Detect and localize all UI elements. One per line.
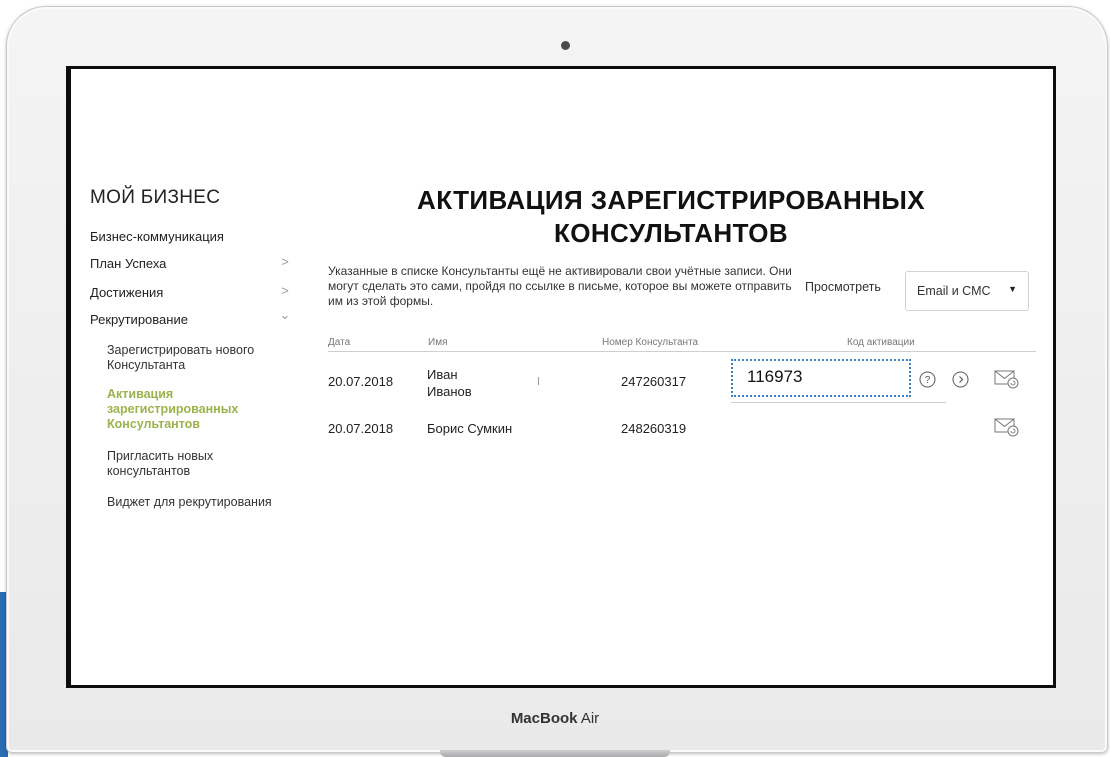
sidebar-subitem-activation[interactable]: Активация зарегистрированных Консультант… [107,387,297,432]
sidebar-item-label: Достижения [90,285,164,300]
page-title-line2: КОНСУЛЬТАНТОВ [553,218,789,248]
row-name-first: Иван [427,367,458,382]
sidebar-subitem-register-consultant[interactable]: Зарегистрировать нового Консультанта [107,343,297,373]
column-header-name: Имя [428,337,448,348]
view-filter-select[interactable]: Email и СМС ▼ [905,271,1029,311]
column-header-code: Код активации [847,337,915,348]
envelope-refresh-icon[interactable] [994,368,1020,390]
row-name: Борис Сумкин [427,421,513,436]
sidebar-item-business-communication[interactable]: Бизнес-коммуникация [90,229,290,244]
row-name: Иван Иванов [427,366,472,400]
chevron-right-icon[interactable]: > [279,254,291,269]
question-circle-icon[interactable]: ? [919,371,936,388]
activation-code-field[interactable]: 116973 [731,359,911,397]
intro-text: Указанные в списке Консультанты ещё не а… [328,264,792,308]
row-date: 20.07.2018 [328,421,394,436]
sidebar-item-label: Рекрутирование [90,312,188,327]
sidebar-subitem-invite-consultants[interactable]: Пригласить новых консультантов [107,449,297,479]
row-consultant-number: 248260319 [621,421,687,436]
camera-icon [561,41,570,50]
sidebar-item-recruiting[interactable]: Рекрутирование [90,312,290,327]
caret-down-icon: ▼ [1008,284,1017,294]
device-label: MacBook Air [0,710,1110,727]
screen: МОЙ БИЗНЕС Бизнес-коммуникация План Успе… [66,66,1056,688]
code-field-underline [731,402,946,403]
sidebar-item-label: Бизнес-коммуникация [90,229,224,244]
header-divider [328,351,1036,352]
column-header-date: Дата [328,337,351,348]
sidebar-item-achievements[interactable]: Достижения [90,285,290,300]
view-filter-value: Email и СМС [917,284,991,298]
sidebar-item-success-plan[interactable]: План Успеха [90,256,290,271]
view-filter-label: Просмотреть [805,280,881,294]
row-date: 20.07.2018 [328,374,394,389]
envelope-refresh-icon[interactable] [994,416,1020,438]
text-cursor [538,377,539,385]
activation-code-value: 116973 [747,367,803,386]
svg-text:?: ? [925,375,931,386]
device-brand: MacBook [510,710,578,727]
chevron-right-icon[interactable]: > [279,283,291,298]
device-model: Air [580,710,600,727]
arrow-right-circle-icon[interactable] [952,371,969,388]
sidebar-subitem-recruiting-widget[interactable]: Виджет для рекрутирования [107,495,297,510]
laptop-hinge [440,750,670,757]
page-title-line1: АКТИВАЦИЯ ЗАРЕГИСТРИРОВАННЫХ [417,185,925,215]
sidebar-heading: МОЙ БИЗНЕС [90,187,221,208]
row-name-last: Иванов [427,384,472,399]
column-header-number: Номер Консультанта [602,337,699,348]
chevron-down-icon[interactable]: ⌄ [279,307,291,323]
page-title: АКТИВАЦИЯ ЗАРЕГИСТРИРОВАННЫХ КОНСУЛЬТАНТ… [361,184,981,250]
row-consultant-number: 247260317 [621,374,687,389]
sidebar-item-label: План Успеха [90,256,167,271]
